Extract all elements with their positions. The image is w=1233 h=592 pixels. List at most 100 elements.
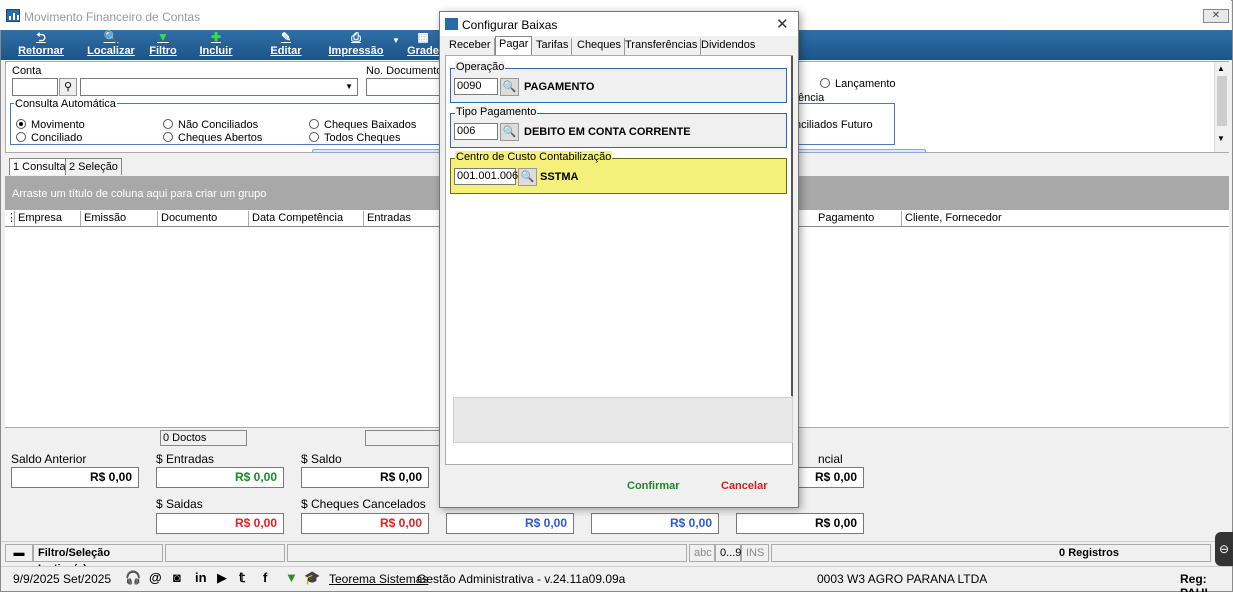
radio-cheques-abertos[interactable]: Cheques Abertos	[163, 132, 262, 144]
operacao-code-input[interactable]: 0090	[454, 78, 498, 95]
graduation-icon[interactable]: 🎓	[304, 570, 320, 586]
operacao-group: Operação 0090 🔍 PAGAMENTO	[450, 61, 787, 103]
centro-custo-code-input[interactable]: 001.001.006	[454, 168, 518, 185]
tipo-pagamento-code-input[interactable]: 006	[454, 123, 498, 140]
dtab-cheques[interactable]: Cheques	[574, 38, 626, 55]
saidas-label: $ Saidas	[156, 497, 203, 511]
version-label: Gestão Administrativa - v.24.11a09.09a	[417, 572, 626, 586]
date-label: 9/9/2025 Set/2025	[13, 572, 112, 586]
operacao-legend: Operação	[455, 61, 506, 73]
window-title: Movimento Financeiro de Contas	[24, 10, 201, 24]
doctos-count: 0 Doctos	[160, 430, 247, 446]
centro-custo-search-icon[interactable]: 🔍	[518, 168, 537, 186]
tab-consulta[interactable]: 1 Consulta	[9, 158, 70, 175]
dtab-receber[interactable]: Receber	[446, 38, 495, 55]
radio-lancamento[interactable]: Lançamento	[820, 78, 896, 90]
instagram-icon[interactable]: ◙	[173, 570, 181, 585]
facebook-icon[interactable]: f	[263, 570, 267, 585]
nodoc-label: No. Documento	[366, 65, 443, 77]
filter-icon: ▼	[157, 30, 169, 44]
reg-label: Reg: PAUL	[1180, 572, 1212, 592]
logo-icon[interactable]: ▼	[285, 570, 298, 585]
tipo-pagamento-search-icon[interactable]: 🔍	[500, 123, 519, 141]
grade-button[interactable]: ▦ Grade	[405, 30, 441, 60]
youtube-icon[interactable]: ▶	[217, 570, 227, 586]
twitter-icon[interactable]: 𝕥	[239, 570, 245, 586]
operacao-search-icon[interactable]: 🔍	[500, 78, 519, 96]
radio-todos-cheques[interactable]: Todos Cheques	[309, 132, 400, 144]
status-bar: ▬ Filtro/Seleção Inativo(s) abc 0...9 IN…	[1, 541, 1232, 575]
incluir-button[interactable]: ✚ Incluir	[195, 30, 237, 60]
tipo-pagamento-desc: DEBITO EM CONTA CORRENTE	[524, 126, 691, 138]
cancelar-button[interactable]: Cancelar	[721, 480, 767, 492]
tipo-pagamento-group: Tipo Pagamento 006 🔍 DEBITO EM CONTA COR…	[450, 106, 787, 148]
filtro-button[interactable]: ▼ Filtro	[145, 30, 181, 60]
nodoc-input[interactable]	[366, 78, 442, 96]
centro-custo-desc: SSTMA	[540, 171, 579, 183]
dialog-app-icon	[445, 18, 458, 30]
configurar-baixas-dialog: Configurar Baixas ✕ Receber Pagar Tarifa…	[439, 11, 799, 508]
cheques-cancelados-label: $ Cheques Cancelados	[301, 497, 426, 511]
localizar-button[interactable]: 🔍 Localizar	[83, 30, 139, 60]
radio-nao-conciliados[interactable]: Não Conciliados	[163, 119, 258, 131]
confirmar-button[interactable]: Confirmar	[627, 480, 680, 492]
retornar-button[interactable]: ⮌ Retornar	[13, 30, 69, 60]
bottom-bar: 9/9/2025 Set/2025 🎧 @ ◙ in ▶ 𝕥 f ▼ 🎓 Teo…	[1, 566, 1232, 592]
dialog-close-icon[interactable]: ✕	[776, 15, 789, 33]
radio-movimento[interactable]: Movimento	[16, 119, 85, 131]
saldo-anterior-value: R$ 0,00	[11, 467, 139, 488]
radio-conciliado[interactable]: Conciliado	[16, 132, 82, 144]
col-cliente-fornecedor[interactable]: Cliente, Fornecedor	[902, 211, 1102, 226]
chat-icon[interactable]: ⊖	[1215, 532, 1233, 566]
num-status: 0...9	[715, 544, 741, 562]
col-data-competencia[interactable]: Data Competência	[249, 211, 364, 226]
dtab-pagar[interactable]: Pagar	[495, 36, 533, 56]
linkedin-icon[interactable]: in	[195, 570, 207, 585]
headset-icon[interactable]: 🎧	[125, 570, 141, 586]
centro-custo-legend: Centro de Custo Contabilização	[455, 151, 613, 163]
panel-scrollbar[interactable]: ▲ ▼	[1214, 62, 1229, 152]
abc-status: abc	[689, 544, 715, 562]
footer-cell	[365, 430, 445, 446]
edit-icon: ✎	[280, 30, 292, 44]
grid-menu-icon[interactable]: ⋮	[5, 211, 17, 226]
saldo-label: $ Saldo	[301, 452, 342, 466]
col-empresa[interactable]: Empresa	[15, 211, 81, 226]
saldo-anterior-label: Saldo Anterior	[11, 452, 87, 466]
group-hint: Arraste um título de coluna aqui para cr…	[12, 188, 267, 200]
dtab-dividendos[interactable]: Dividendos	[698, 38, 758, 55]
dtab-tarifas[interactable]: Tarifas	[533, 38, 573, 55]
add-icon: ✚	[210, 30, 222, 44]
tab-selecao[interactable]: 2 Seleção	[65, 158, 122, 175]
page-scrollbar[interactable]	[791, 56, 793, 396]
dtab-transferencias[interactable]: Transferências	[622, 38, 702, 55]
window-close-button[interactable]: ✕	[1203, 9, 1229, 23]
at-icon[interactable]: @	[149, 570, 162, 585]
centro-custo-group: Centro de Custo Contabilização 001.001.0…	[450, 151, 787, 194]
impressao-button[interactable]: ⎙ Impressão	[323, 30, 389, 60]
col-emissao[interactable]: Emissão	[81, 211, 158, 226]
cheques-recebidos-value: R$ 0,00	[591, 513, 719, 534]
nao-conciliados-value: R$ 0,00	[446, 513, 574, 534]
ins-status: INS	[741, 544, 769, 562]
dialog-title-bar: Configurar Baixas ✕	[440, 12, 798, 36]
conta-search-button[interactable]: ⚲	[59, 78, 77, 96]
tipo-pagamento-legend: Tipo Pagamento	[455, 106, 538, 118]
col-documento[interactable]: Documento	[158, 211, 249, 226]
partial-label-1: ência	[798, 92, 825, 104]
operacao-desc: PAGAMENTO	[524, 81, 595, 93]
saidas-value: R$ 0,00	[156, 513, 284, 534]
col-entradas[interactable]: Entradas	[364, 211, 440, 226]
radio-cheques-baixados[interactable]: Cheques Baixados	[309, 119, 416, 131]
conta-code-input[interactable]	[12, 78, 58, 96]
saldo-value: R$ 0,00	[301, 467, 429, 488]
editar-button[interactable]: ✎ Editar	[267, 30, 305, 60]
chevron-down-icon: ▼	[345, 82, 353, 91]
undo-icon: ⮌	[36, 30, 46, 44]
teorema-link[interactable]: Teorema Sistemas	[329, 572, 428, 586]
status-empty-1	[165, 544, 285, 562]
conta-select[interactable]: ▼	[80, 78, 358, 96]
col-pagamento[interactable]: Pagamento	[815, 211, 902, 226]
status-empty-2	[287, 544, 687, 562]
partial-label-2: nciliados Futuro	[795, 119, 873, 131]
